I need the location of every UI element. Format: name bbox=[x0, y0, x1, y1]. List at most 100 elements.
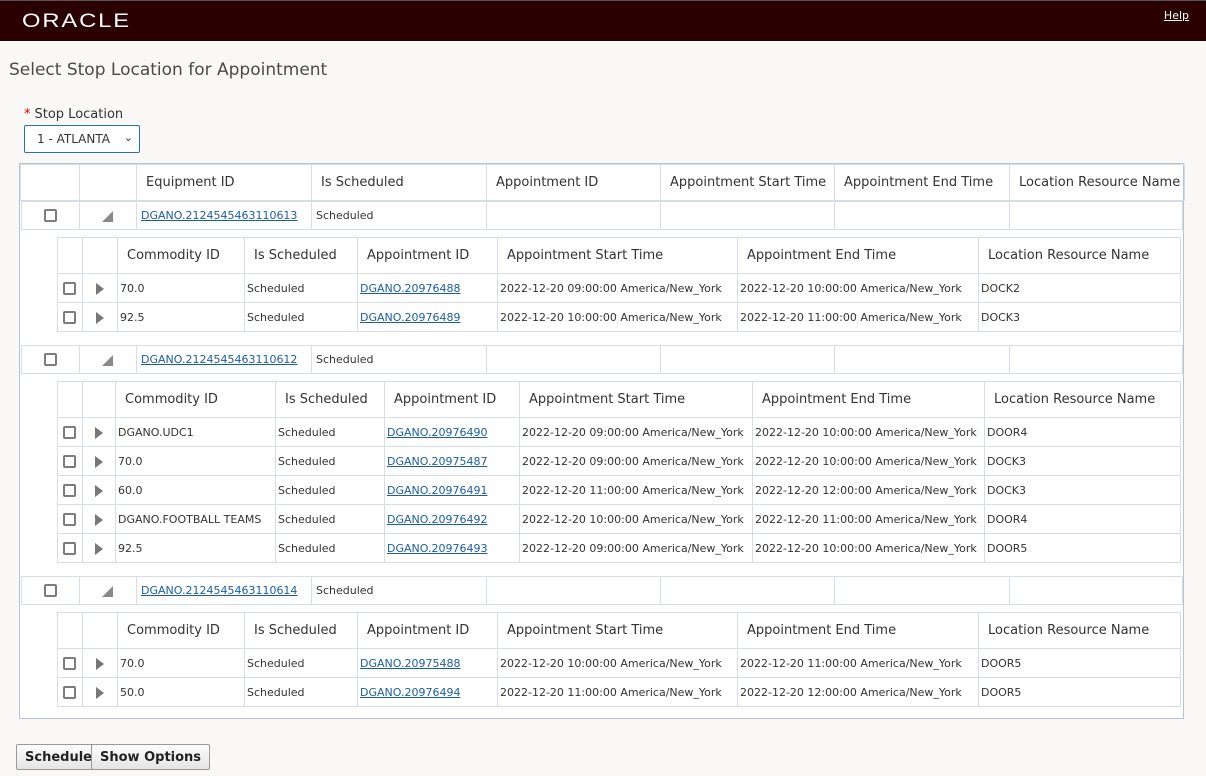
equipment-id-link[interactable]: DGANO.2124545463110613 bbox=[141, 209, 297, 222]
is-scheduled: Scheduled bbox=[275, 504, 385, 534]
stop-location-value: 1 - ATLANTA bbox=[37, 132, 110, 146]
appointment-id-link[interactable]: DGANO.20976491 bbox=[387, 484, 487, 497]
column-header[interactable]: Is Scheduled bbox=[275, 381, 385, 418]
is-scheduled: Scheduled bbox=[311, 576, 487, 605]
column-header[interactable]: Appointment ID bbox=[486, 164, 661, 201]
appointment-id-link[interactable]: DGANO.20976492 bbox=[387, 513, 487, 526]
row-checkbox[interactable] bbox=[43, 209, 57, 223]
column-header[interactable]: Appointment End Time bbox=[752, 381, 985, 418]
commodity-id: DGANO.UDC1 bbox=[115, 417, 276, 447]
row-checkbox[interactable] bbox=[63, 454, 76, 468]
column-header[interactable]: Appointment Start Time bbox=[519, 381, 753, 418]
collapse-triangle-icon[interactable] bbox=[102, 354, 113, 366]
location-resource: DOCK2 bbox=[978, 273, 1181, 303]
column-header[interactable]: Is Scheduled bbox=[244, 237, 358, 274]
start-time: 2022-12-20 09:00:00 America/New_York bbox=[497, 273, 738, 303]
row-checkbox[interactable] bbox=[63, 512, 76, 526]
end-time: 2022-12-20 10:00:00 America/New_York bbox=[752, 533, 985, 563]
start-time: 2022-12-20 09:00:00 America/New_York bbox=[519, 417, 753, 447]
row-checkbox[interactable] bbox=[63, 425, 76, 439]
end-time: 2022-12-20 11:00:00 America/New_York bbox=[752, 504, 985, 534]
commodity-id: 50.0 bbox=[117, 677, 245, 707]
end-time: 2022-12-20 11:00:00 America/New_York bbox=[737, 302, 979, 332]
row-checkbox[interactable] bbox=[63, 685, 76, 699]
expand-triangle-icon[interactable] bbox=[94, 455, 103, 468]
stop-location-select[interactable]: 1 - ATLANTA ⌄ bbox=[24, 125, 140, 153]
column-header[interactable]: Is Scheduled bbox=[244, 612, 358, 649]
location-resource: DOOR4 bbox=[984, 417, 1181, 447]
appointment-id-link[interactable]: DGANO.20976488 bbox=[360, 282, 460, 295]
expand-triangle-icon[interactable] bbox=[95, 282, 104, 295]
collapse-triangle-icon[interactable] bbox=[102, 210, 113, 222]
stop-location-label: * Stop Location bbox=[24, 107, 123, 122]
appointment-id-link[interactable]: DGANO.20976494 bbox=[360, 686, 460, 699]
column-header[interactable]: Commodity ID bbox=[115, 381, 276, 418]
column-header[interactable]: Location Resource Name bbox=[984, 381, 1181, 418]
row-checkbox[interactable] bbox=[43, 584, 57, 598]
column-header[interactable]: Appointment End Time bbox=[737, 237, 979, 274]
appointment-id-link[interactable]: DGANO.20975487 bbox=[387, 455, 487, 468]
equipment-id-link[interactable]: DGANO.2124545463110614 bbox=[141, 584, 297, 597]
schedule-button[interactable]: Schedule bbox=[16, 744, 101, 770]
equipment-id-link[interactable]: DGANO.2124545463110612 bbox=[141, 353, 297, 366]
column-header[interactable]: Appointment Start Time bbox=[660, 164, 835, 201]
column-header[interactable]: Commodity ID bbox=[117, 612, 245, 649]
equipment-table: Equipment ID Is Scheduled Appointment ID Ap… bbox=[19, 163, 1185, 719]
is-scheduled: Scheduled bbox=[275, 475, 385, 505]
column-header[interactable]: Commodity ID bbox=[117, 237, 245, 274]
end-time: 2022-12-20 10:00:00 America/New_York bbox=[737, 273, 979, 303]
column-header[interactable]: Location Resource Name bbox=[1009, 164, 1185, 201]
collapse-triangle-icon[interactable] bbox=[102, 585, 113, 597]
column-header[interactable]: Appointment End Time bbox=[737, 612, 979, 649]
column-header[interactable]: Appointment Start Time bbox=[497, 237, 738, 274]
commodity-id: 60.0 bbox=[115, 475, 276, 505]
column-header bbox=[57, 381, 83, 418]
location-resource: DOOR5 bbox=[978, 648, 1181, 678]
expand-triangle-icon[interactable] bbox=[94, 513, 103, 526]
column-header bbox=[82, 237, 118, 274]
column-header[interactable]: Appointment ID bbox=[357, 237, 498, 274]
column-header[interactable]: Location Resource Name bbox=[978, 237, 1181, 274]
page-title: Select Stop Location for Appointment bbox=[9, 60, 328, 80]
row-checkbox[interactable] bbox=[63, 310, 76, 324]
commodity-id: 92.5 bbox=[115, 533, 276, 563]
expand-triangle-icon[interactable] bbox=[95, 686, 104, 699]
row-checkbox[interactable] bbox=[63, 656, 76, 670]
commodity-row: 50.0 Scheduled DGANO.20976494 2022-12-20 11… bbox=[57, 677, 1181, 707]
row-checkbox[interactable] bbox=[63, 281, 76, 295]
expand-triangle-icon[interactable] bbox=[94, 542, 103, 555]
top-bar: ORACLE Help bbox=[0, 0, 1206, 41]
expand-triangle-icon[interactable] bbox=[94, 484, 103, 497]
location-resource: DOCK3 bbox=[984, 446, 1181, 476]
row-checkbox[interactable] bbox=[43, 353, 57, 367]
column-header bbox=[82, 612, 118, 649]
appointment-id-link[interactable]: DGANO.20976489 bbox=[360, 311, 460, 324]
column-header[interactable]: Equipment ID bbox=[136, 164, 312, 201]
expand-triangle-icon[interactable] bbox=[95, 311, 104, 324]
row-checkbox[interactable] bbox=[63, 483, 76, 497]
oracle-logo: ORACLE bbox=[22, 11, 131, 32]
column-header bbox=[57, 237, 83, 274]
column-header[interactable]: Appointment ID bbox=[384, 381, 520, 418]
appointment-id-link[interactable]: DGANO.20976493 bbox=[387, 542, 487, 555]
column-header[interactable]: Location Resource Name bbox=[978, 612, 1181, 649]
appointment-id-link[interactable]: DGANO.20975488 bbox=[360, 657, 460, 670]
is-scheduled: Scheduled bbox=[275, 446, 385, 476]
commodity-row: DGANO.UDC1 Scheduled DGANO.20976490 2022-12… bbox=[57, 417, 1181, 447]
expand-triangle-icon[interactable] bbox=[94, 426, 103, 439]
appointment-id-link[interactable]: DGANO.20976490 bbox=[387, 426, 487, 439]
column-header bbox=[82, 381, 116, 418]
row-checkbox[interactable] bbox=[63, 541, 76, 555]
is-scheduled: Scheduled bbox=[311, 345, 487, 374]
commodity-id: 70.0 bbox=[115, 446, 276, 476]
show-options-button[interactable]: Show Options bbox=[91, 744, 211, 770]
location-resource: DOOR5 bbox=[978, 677, 1181, 707]
location-resource: DOCK3 bbox=[984, 475, 1181, 505]
column-header[interactable]: Appointment End Time bbox=[834, 164, 1010, 201]
column-header[interactable]: Appointment Start Time bbox=[497, 612, 738, 649]
location-resource: DOCK3 bbox=[978, 302, 1181, 332]
expand-triangle-icon[interactable] bbox=[95, 657, 104, 670]
help-link[interactable]: Help bbox=[1164, 9, 1189, 22]
column-header[interactable]: Appointment ID bbox=[357, 612, 498, 649]
column-header[interactable]: Is Scheduled bbox=[311, 164, 487, 201]
